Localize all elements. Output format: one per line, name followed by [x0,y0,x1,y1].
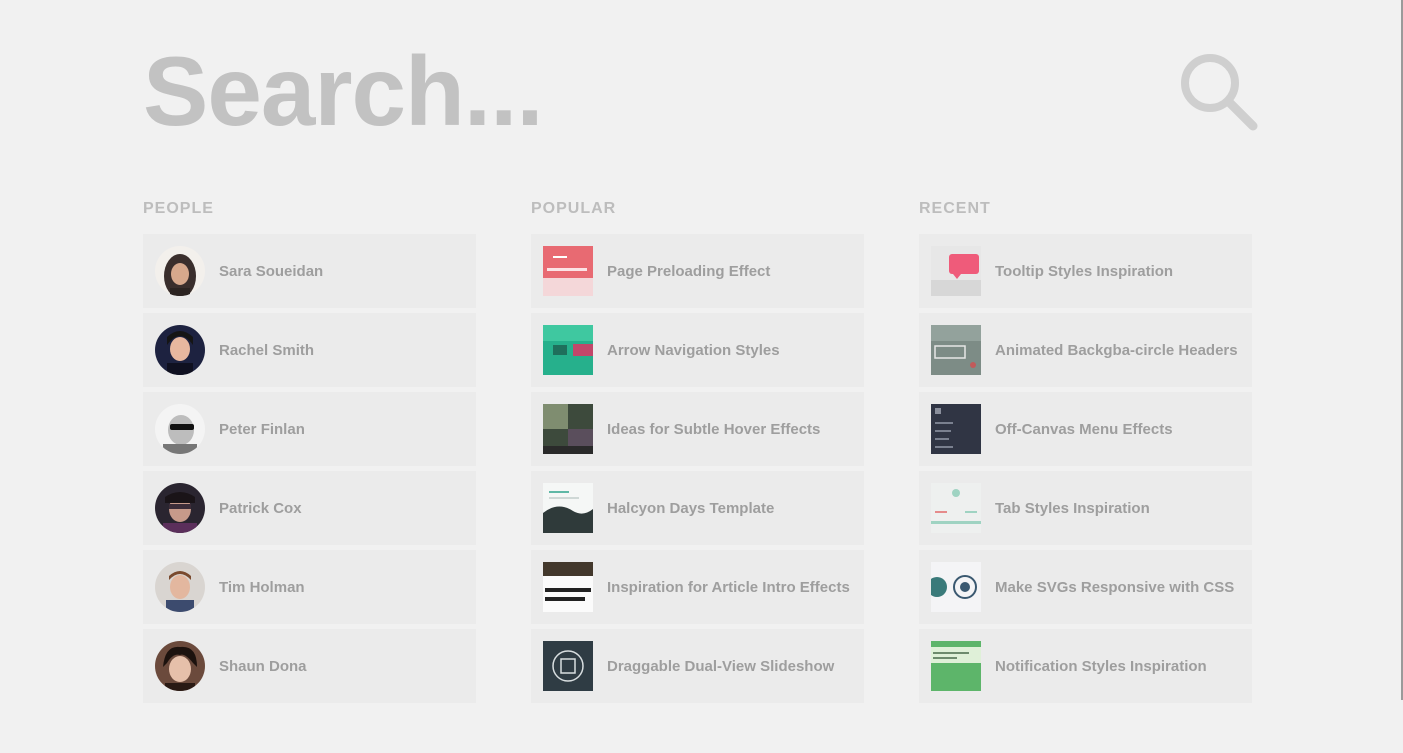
recent-item-label: Off-Canvas Menu Effects [995,420,1173,438]
popular-item-arrow-navigation[interactable]: Arrow Navigation Styles [531,313,864,387]
people-item-label: Peter Finlan [219,420,305,438]
popular-item-label: Draggable Dual-View Slideshow [607,657,835,675]
people-item-label: Patrick Cox [219,499,302,517]
recent-item-tooltip[interactable]: Tooltip Styles Inspiration [919,234,1252,308]
recent-item-label: Tooltip Styles Inspiration [995,262,1174,280]
thumb-dual-view [543,641,593,691]
popular-item-halcyon[interactable]: Halcyon Days Template [531,471,864,545]
people-item-label: Tim Holman [219,578,305,596]
recent-item-svg-responsive[interactable]: Make SVGs Responsive with CSS [919,550,1252,624]
thumb-hover-effects [543,404,593,454]
popular-item-hover-effects[interactable]: Ideas for Subtle Hover Effects [531,392,864,466]
avatar-rachel-smith [155,325,205,375]
people-item-label: Sara Soueidan [219,262,324,280]
thumb-tooltip [931,246,981,296]
search-bar [143,36,1263,146]
thumb-animated-headers [931,325,981,375]
thumb-article-intro [543,562,593,612]
avatar-tim-holman [155,562,205,612]
thumb-halcyon [543,483,593,533]
popular-item-page-preloading[interactable]: Page Preloading Effect [531,234,864,308]
popular-item-dual-view[interactable]: Draggable Dual-View Slideshow [531,629,864,703]
search-icon [1181,54,1258,131]
avatar-patrick-cox [155,483,205,533]
recent-item-label: Make SVGs Responsive with CSS [995,578,1235,596]
people-item-sara-soueidan[interactable]: Sara Soueidan [143,234,476,308]
popular-item-label: Page Preloading Effect [607,262,771,280]
thumb-arrow-navigation [543,325,593,375]
people-item-peter-finlan[interactable]: Peter Finlan [143,392,476,466]
recent-item-animated-headers[interactable]: Animated Backgba-circle Headers [919,313,1252,387]
people-item-label: Shaun Dona [219,657,307,675]
avatar-shaun-dona [155,641,205,691]
thumb-tab-styles [931,483,981,533]
column-title-recent: RECENT [919,200,991,217]
search-input[interactable] [143,36,1143,146]
avatar-sara-soueidan [155,246,205,296]
recent-item-notification[interactable]: Notification Styles Inspiration [919,629,1252,703]
recent-column: RECENT Tooltip Styles Inspiration Animat… [919,199,1252,708]
recent-item-label: Tab Styles Inspiration [995,499,1150,517]
people-item-patrick-cox[interactable]: Patrick Cox [143,471,476,545]
thumb-notification [931,641,981,691]
popular-item-label: Halcyon Days Template [607,499,775,517]
people-column: PEOPLE Sara Soueidan Rachel Smith Peter … [143,199,476,708]
recent-item-off-canvas[interactable]: Off-Canvas Menu Effects [919,392,1252,466]
thumb-svg-responsive [931,562,981,612]
popular-item-label: Ideas for Subtle Hover Effects [607,420,821,438]
people-item-tim-holman[interactable]: Tim Holman [143,550,476,624]
people-item-label: Rachel Smith [219,341,315,359]
avatar-peter-finlan [155,404,205,454]
people-item-rachel-smith[interactable]: Rachel Smith [143,313,476,387]
thumb-off-canvas [931,404,981,454]
popular-column: POPULAR Page Preloading Effect Arrow Nav… [531,199,864,708]
popular-item-label: Inspiration for Article Intro Effects [607,578,850,596]
recent-item-label: Animated Backgba-circle Headers [995,341,1238,359]
search-button[interactable] [1179,52,1261,134]
popular-item-label: Arrow Navigation Styles [607,341,780,359]
popular-item-article-intro[interactable]: Inspiration for Article Intro Effects [531,550,864,624]
recent-item-label: Notification Styles Inspiration [995,657,1207,675]
recent-item-tab-styles[interactable]: Tab Styles Inspiration [919,471,1252,545]
column-title-people: PEOPLE [143,200,214,217]
people-item-shaun-dona[interactable]: Shaun Dona [143,629,476,703]
thumb-page-preloading [543,246,593,296]
column-title-popular: POPULAR [531,200,617,217]
